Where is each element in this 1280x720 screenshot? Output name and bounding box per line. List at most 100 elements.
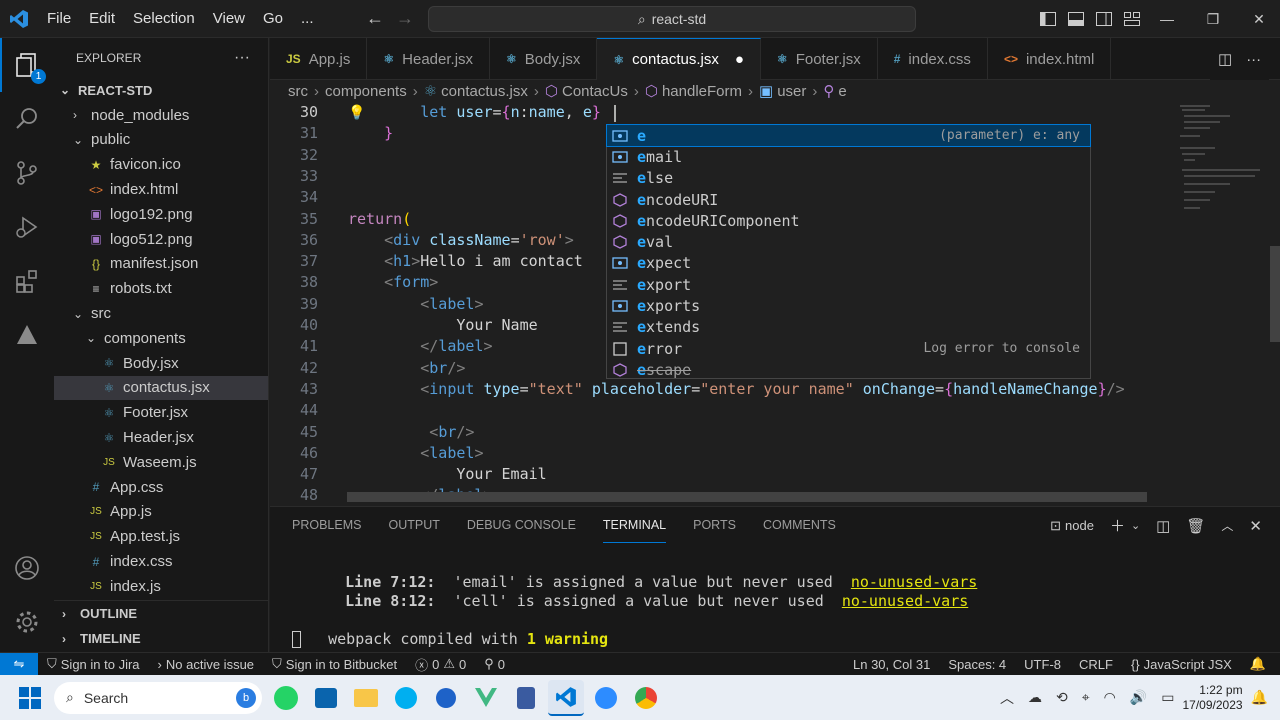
toggle-panel-icon[interactable] <box>1062 0 1090 38</box>
tree-file[interactable]: ▣ logo512.png <box>54 227 268 252</box>
tree-folder[interactable]: ⌄ public <box>54 128 268 153</box>
indentation[interactable]: Spaces: 4 <box>939 657 1015 672</box>
zoom-icon[interactable] <box>588 680 624 716</box>
tab-contactus-jsx[interactable]: ⚛ contactus.jsx ● <box>597 38 761 80</box>
tab-footer-jsx[interactable]: ⚛ Footer.jsx <box>761 38 878 80</box>
menu-edit[interactable]: Edit <box>80 10 124 27</box>
breadcrumb-item[interactable]: components <box>325 83 407 100</box>
suggestion-item[interactable]: extends <box>607 317 1090 338</box>
breadcrumb-item[interactable]: src <box>288 83 308 100</box>
warning-rule-link[interactable]: no-unused-vars <box>842 592 968 610</box>
tree-folder[interactable]: ⌄ src <box>54 301 268 326</box>
tree-file[interactable]: ⚛ Header.jsx <box>54 425 268 450</box>
outline-section[interactable]: › OUTLINE <box>54 601 269 626</box>
horizontal-scrollbar[interactable] <box>347 492 1147 502</box>
breadcrumb-item[interactable]: contactus.jsx <box>441 83 528 100</box>
menu-selection[interactable]: Selection <box>124 10 204 27</box>
explorer-icon[interactable]: 1 <box>0 38 54 92</box>
kill-terminal-icon[interactable]: 🗑 <box>1186 517 1205 535</box>
sync-icon[interactable]: ⟲ <box>1056 689 1068 706</box>
whatsapp-icon[interactable] <box>268 680 304 716</box>
bitbucket-status[interactable]: ⛉ Sign in to Bitbucket <box>263 656 406 672</box>
tree-folder[interactable]: › node_modules <box>54 103 268 128</box>
location-icon[interactable]: ⌖ <box>1082 689 1090 706</box>
jira-status[interactable]: ⛉ Sign in to Jira <box>38 656 149 672</box>
vscode-taskbar-icon[interactable] <box>548 679 584 716</box>
language-mode[interactable]: {} JavaScript JSX <box>1122 657 1241 672</box>
notification-center-icon[interactable]: 🔔 <box>1251 689 1268 706</box>
suggestion-item[interactable]: else <box>607 168 1090 189</box>
tree-file[interactable]: JS App.test.js <box>54 524 268 549</box>
issue-status[interactable]: › No active issue <box>149 657 264 672</box>
outlook-icon[interactable] <box>308 680 344 716</box>
close-window-button[interactable]: ✕ <box>1236 11 1280 28</box>
vue-icon[interactable] <box>468 680 504 716</box>
more-actions-icon[interactable]: ··· <box>234 49 250 67</box>
tree-file[interactable]: ≡ robots.txt <box>54 276 268 301</box>
suggestion-item[interactable]: eval <box>607 231 1090 252</box>
terminal-shell-label[interactable]: node <box>1065 518 1094 533</box>
suggestion-item[interactable]: encodeURIComponent <box>607 210 1090 231</box>
close-panel-icon[interactable]: ✕ <box>1249 517 1262 535</box>
tree-file[interactable]: ★ favicon.ico <box>54 152 268 177</box>
remote-indicator-icon[interactable]: ⇋ <box>0 652 38 676</box>
windows-start-icon[interactable] <box>12 680 48 716</box>
toggle-secondary-sidebar-icon[interactable] <box>1090 0 1118 38</box>
settings-gear-icon[interactable] <box>0 595 54 649</box>
encoding[interactable]: UTF-8 <box>1015 657 1070 672</box>
tree-file[interactable]: {} manifest.json <box>54 252 268 277</box>
panel-tab-terminal[interactable]: TERMINAL <box>602 507 667 543</box>
tree-file[interactable]: JS Waseem.js <box>54 450 268 475</box>
suggestion-item[interactable]: export <box>607 274 1090 295</box>
tab-body-jsx[interactable]: ⚛ Body.jsx <box>490 38 598 80</box>
maximize-panel-icon[interactable]: ︿ <box>1221 517 1233 534</box>
suggestion-item[interactable]: error Log error to console <box>607 338 1090 359</box>
menu-go[interactable]: Go <box>254 10 292 27</box>
forward-arrow-icon[interactable]: → <box>392 8 418 29</box>
weather-icon[interactable]: ☁ <box>1028 689 1042 706</box>
panel-tab-comments[interactable]: COMMENTS <box>763 507 836 543</box>
tab-index-html[interactable]: <> index.html <box>988 38 1112 80</box>
toggle-primary-sidebar-icon[interactable] <box>1034 0 1062 38</box>
line-ending[interactable]: CRLF <box>1070 657 1122 672</box>
run-debug-icon[interactable] <box>0 200 54 254</box>
panel-tab-ports[interactable]: PORTS <box>693 507 736 543</box>
problems-status[interactable]: ⓧ 0 ⚠ 0 <box>406 655 475 674</box>
restore-button[interactable]: ❐ <box>1190 11 1236 28</box>
suggestion-item[interactable]: expect <box>607 253 1090 274</box>
ports-status[interactable]: ⚲ 0 <box>475 656 514 672</box>
menu-more[interactable]: ... <box>292 10 323 27</box>
chrome-icon[interactable] <box>628 680 664 716</box>
file-explorer-icon[interactable] <box>348 680 384 716</box>
suggestion-item[interactable]: escape <box>607 359 1090 380</box>
maps-pin-icon[interactable] <box>428 680 464 716</box>
customize-layout-icon[interactable] <box>1118 0 1146 38</box>
suggestion-item[interactable]: encodeURI <box>607 189 1090 210</box>
figure-app-icon[interactable] <box>508 680 544 716</box>
tree-file[interactable]: ⚛ Footer.jsx <box>54 400 268 425</box>
workspace-root[interactable]: ⌄ REACT-STD <box>54 78 268 103</box>
panel-tab-problems[interactable]: PROBLEMS <box>292 507 361 543</box>
tray-chevron-up-icon[interactable]: ︿ <box>1000 688 1014 708</box>
tab-index-css[interactable]: # index.css <box>878 38 988 80</box>
tree-file[interactable]: JS index.js <box>54 574 268 599</box>
minimize-button[interactable]: — <box>1144 11 1190 27</box>
tree-file[interactable]: ⚛ contactus.jsx <box>54 375 268 401</box>
wifi-icon[interactable]: ◠ <box>1104 689 1116 706</box>
search-view-icon[interactable] <box>0 92 54 146</box>
tree-file[interactable]: JS App.js <box>54 500 268 525</box>
battery-icon[interactable]: ▭ <box>1161 689 1174 706</box>
suggestion-item[interactable]: exports <box>607 295 1090 316</box>
lightbulb-icon[interactable]: 💡 <box>348 104 365 121</box>
tree-file[interactable]: ⚛ Body.jsx <box>54 351 268 376</box>
extensions-icon[interactable] <box>0 254 54 308</box>
menu-file[interactable]: File <box>38 10 80 27</box>
tree-file[interactable]: ▣ logo192.png <box>54 202 268 227</box>
suggestion-item[interactable]: e (parameter) e: any <box>606 123 1091 148</box>
tree-file[interactable]: <> index.html <box>54 177 268 202</box>
tab-header-jsx[interactable]: ⚛ Header.jsx <box>367 38 491 80</box>
back-arrow-icon[interactable]: ← <box>362 8 388 29</box>
panel-tab-debug-console[interactable]: DEBUG CONSOLE <box>467 507 576 543</box>
skype-icon[interactable] <box>388 680 424 716</box>
cursor-position[interactable]: Ln 30, Col 31 <box>844 657 939 672</box>
